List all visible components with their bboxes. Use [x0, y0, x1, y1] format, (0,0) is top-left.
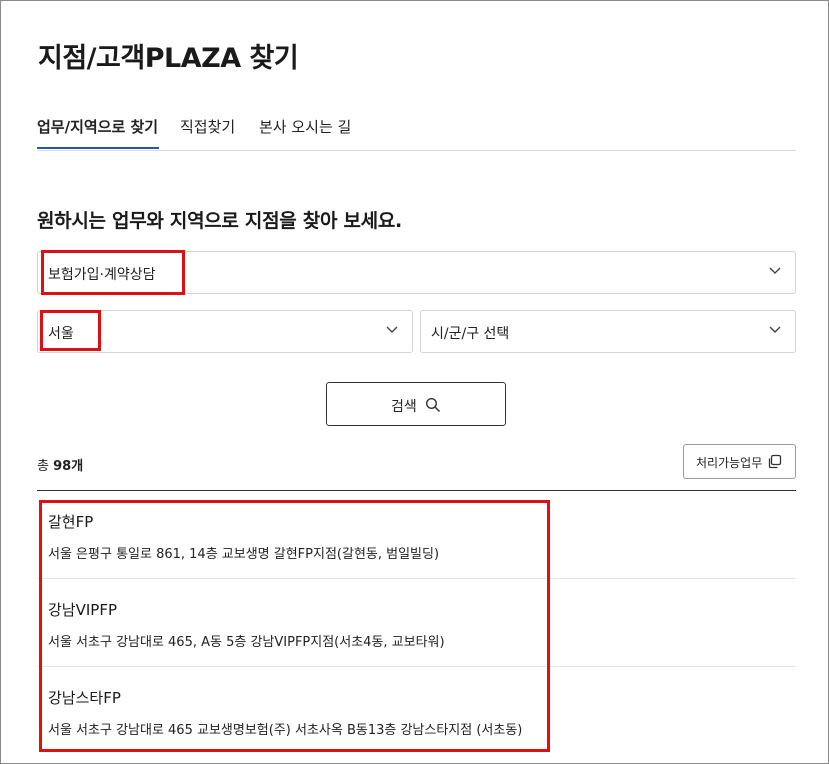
city-select[interactable]: 서울	[37, 310, 413, 353]
copy-icon	[768, 454, 782, 469]
result-count-prefix: 총	[37, 459, 49, 474]
available-business-label: 처리가능업무	[696, 456, 763, 470]
city-select-value: 서울	[48, 326, 74, 342]
search-button[interactable]: 검색	[326, 382, 506, 426]
business-select-value: 보험가입·계약상담	[48, 267, 156, 283]
active-tab-indicator	[37, 147, 159, 149]
section-subtitle: 원하시는 업무와 지역으로 지점을 찾아 보세요.	[37, 210, 402, 232]
branch-name: 강남VIPFP	[48, 601, 118, 619]
district-select[interactable]: 시/군/구 선택	[420, 310, 796, 353]
search-icon	[425, 397, 441, 413]
tab-direct-search[interactable]: 직접찾기	[180, 116, 235, 137]
search-button-label: 검색	[391, 399, 417, 415]
tab-headquarters-directions[interactable]: 본사 오시는 길	[259, 116, 351, 137]
result-count-value: 98개	[53, 459, 84, 474]
tab-bar: 업무/지역으로 찾기 직접찾기 본사 오시는 길	[37, 116, 796, 151]
branch-address: 서울 서초구 강남대로 465 교보생명보험(주) 서초사옥 B동13층 강남스…	[48, 723, 523, 738]
chevron-down-icon	[769, 267, 781, 274]
business-select[interactable]: 보험가입·계약상담	[37, 251, 796, 294]
list-item[interactable]: 갈현FP 서울 은평구 통일로 861, 14층 교보생명 갈현FP지점(갈현동…	[37, 491, 796, 579]
list-item[interactable]: 강남스타FP 서울 서초구 강남대로 465 교보생명보험(주) 서초사옥 B동…	[37, 667, 796, 755]
branch-name: 갈현FP	[48, 513, 94, 531]
chevron-down-icon	[769, 326, 781, 333]
chevron-down-icon	[386, 326, 398, 333]
available-business-button[interactable]: 처리가능업무	[683, 444, 796, 479]
tab-business-region[interactable]: 업무/지역으로 찾기	[37, 116, 158, 137]
list-item[interactable]: 강남VIPFP 서울 서초구 강남대로 465, A동 5층 강남VIPFP지점…	[37, 579, 796, 667]
page-title: 지점/고객PLAZA 찾기	[38, 43, 299, 74]
branch-name: 강남스타FP	[48, 689, 121, 707]
result-count: 총 98개	[37, 455, 83, 474]
district-select-value: 시/군/구 선택	[431, 326, 510, 342]
branch-address: 서울 서초구 강남대로 465, A동 5층 강남VIPFP지점(서초4동, 교…	[48, 635, 445, 650]
branch-address: 서울 은평구 통일로 861, 14층 교보생명 갈현FP지점(갈현동, 범일빌…	[48, 547, 440, 562]
